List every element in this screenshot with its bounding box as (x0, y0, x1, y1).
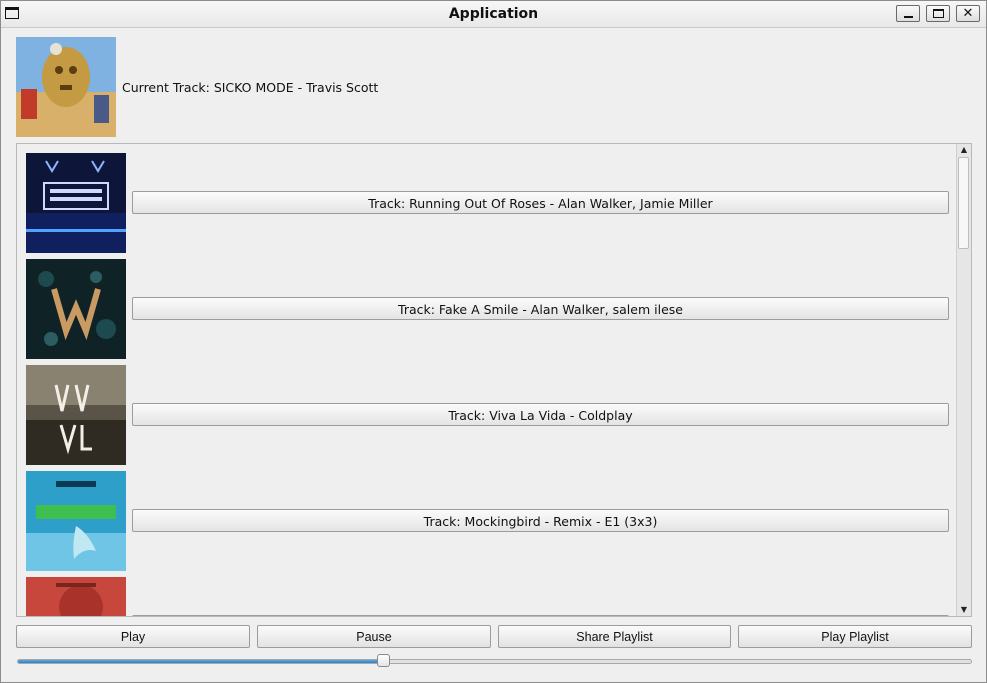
track-cover (26, 577, 126, 616)
play-button[interactable]: Play (16, 625, 250, 648)
track-row (26, 577, 951, 616)
current-track-label: Current Track: SICKO MODE - Travis Scott (122, 80, 379, 95)
track-button[interactable]: Track: Running Out Of Roses - Alan Walke… (132, 191, 949, 214)
maximize-button[interactable] (926, 5, 950, 22)
track-row: Track: Mockingbird - Remix - E1 (3x3) (26, 471, 951, 571)
progress-fill (18, 660, 383, 663)
progress-slider-handle[interactable] (377, 654, 390, 667)
progress-slider[interactable] (17, 659, 972, 664)
track-cover (26, 365, 126, 465)
scrollbar-thumb[interactable] (958, 157, 969, 249)
maximize-icon (932, 9, 944, 18)
close-icon: ✕ (962, 6, 974, 21)
pause-button[interactable]: Pause (257, 625, 491, 648)
minimize-icon (903, 16, 913, 18)
share-playlist-button[interactable]: Share Playlist (498, 625, 731, 648)
window-title: Application (448, 6, 539, 22)
scroll-up-icon[interactable]: ▲ (957, 144, 971, 156)
track-button[interactable]: Track: Viva La Vida - Coldplay (132, 403, 949, 426)
title-bar: Application ✕ (1, 1, 986, 28)
play-playlist-button[interactable]: Play Playlist (738, 625, 972, 648)
track-cover (26, 259, 126, 359)
track-cover (26, 153, 126, 253)
minimize-button[interactable] (896, 5, 920, 22)
track-row: Track: Running Out Of Roses - Alan Walke… (26, 153, 951, 253)
track-row: Track: Fake A Smile - Alan Walker, salem… (26, 259, 951, 359)
track-button[interactable]: Track: Mockingbird - Remix - E1 (3x3) (132, 509, 949, 532)
track-button[interactable]: Track: Fake A Smile - Alan Walker, salem… (132, 297, 949, 320)
track-row: Track: Viva La Vida - Coldplay (26, 365, 951, 465)
close-button[interactable]: ✕ (956, 5, 980, 22)
current-track-cover (16, 37, 116, 137)
track-button[interactable] (132, 615, 949, 616)
track-cover (26, 471, 126, 571)
scroll-down-icon[interactable]: ▼ (957, 604, 971, 616)
track-list[interactable]: Track: Running Out Of Roses - Alan Walke… (16, 143, 972, 617)
vertical-scrollbar[interactable]: ▲ ▼ (956, 144, 971, 616)
app-window: Application ✕ Current Track: SICKO MODE … (0, 0, 987, 683)
